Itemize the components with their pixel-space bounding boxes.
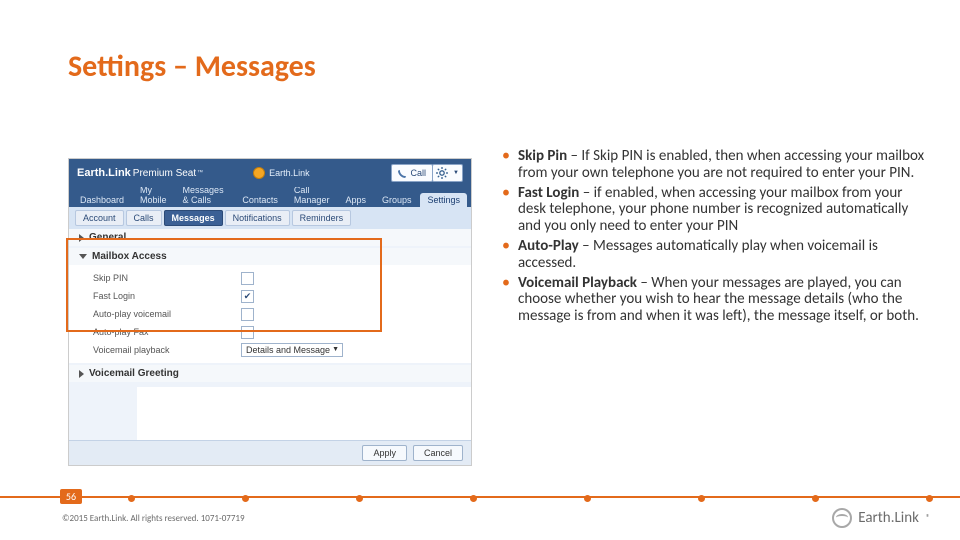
footer-logo: Earth.Link ® [832, 508, 930, 528]
main-tab-bar: Dashboard My Mobile Messages & Calls Con… [69, 187, 471, 207]
section-voicemail-greeting[interactable]: Voicemail Greeting [69, 365, 471, 382]
skip-pin-checkbox[interactable] [241, 272, 254, 285]
tab-contacts[interactable]: Contacts [235, 193, 285, 207]
call-button-label: Call [410, 165, 426, 181]
trademark: ™ [197, 170, 203, 176]
logo-dot-icon [253, 167, 265, 179]
option-vm-playback-label: Voicemail playback [93, 345, 241, 355]
registered-mark: ® [926, 513, 930, 523]
gear-icon [436, 167, 448, 179]
tab-groups[interactable]: Groups [375, 193, 419, 207]
tab-apps[interactable]: Apps [338, 193, 373, 207]
option-vm-playback-row: Voicemail playback Details and Message [93, 341, 467, 359]
chevron-down-icon [79, 254, 87, 259]
app-header: Earth.Link Premium Seat ™ Earth.Link Cal… [69, 159, 471, 187]
section-mailbox-access[interactable]: Mailbox Access [69, 248, 471, 265]
brand-bold: Earth.Link [77, 167, 131, 179]
footer-dots [0, 492, 960, 502]
section-voicemail-label: Voicemail Greeting [89, 368, 179, 379]
call-button[interactable]: Call [391, 164, 433, 182]
chevron-down-icon: ▼ [453, 165, 459, 181]
option-fast-login-row: Fast Login [93, 287, 467, 305]
subtab-messages[interactable]: Messages [164, 210, 223, 226]
option-autoplay-fax-row: Auto-play Fax [93, 323, 467, 341]
tab-settings[interactable]: Settings [420, 193, 467, 207]
dot-icon [584, 495, 591, 502]
phone-icon [398, 169, 407, 178]
brand-light: Premium Seat [133, 168, 196, 179]
panel-footer: Apply Cancel [69, 440, 471, 465]
copyright-text: ©2015 Earth.Link. All rights reserved. 1… [62, 513, 245, 524]
subtab-calls[interactable]: Calls [126, 210, 162, 226]
bullet-skip-pin: Skip Pin – If Skip PIN is enabled, then … [500, 148, 930, 182]
fast-login-checkbox[interactable] [241, 290, 254, 303]
option-autoplay-fax-label: Auto-play Fax [93, 327, 241, 337]
dot-icon [128, 495, 135, 502]
dot-icon [812, 495, 819, 502]
dot-icon [242, 495, 249, 502]
option-fast-login-label: Fast Login [93, 291, 241, 301]
option-autoplay-vm-row: Auto-play voicemail [93, 305, 467, 323]
bullet-fast-login: Fast Login – if enabled, when accessing … [500, 185, 930, 235]
cancel-button[interactable]: Cancel [413, 445, 463, 461]
autoplay-vm-checkbox[interactable] [241, 308, 254, 321]
slide-title: Settings – Messages [68, 48, 316, 85]
chevron-right-icon [79, 370, 84, 378]
dot-icon [470, 495, 477, 502]
chevron-right-icon [79, 234, 84, 242]
dot-icon [926, 495, 933, 502]
tab-dashboard[interactable]: Dashboard [73, 193, 131, 207]
section-general-label: General [89, 232, 126, 243]
section-general[interactable]: General [69, 229, 471, 246]
bullet-list: Skip Pin – If Skip PIN is enabled, then … [500, 148, 930, 328]
vm-playback-select[interactable]: Details and Message [241, 343, 343, 357]
bullet-vm-playback: Voicemail Playback – When your messages … [500, 275, 930, 325]
settings-gear-button[interactable]: ▼ [432, 164, 463, 182]
subtab-account[interactable]: Account [75, 210, 124, 226]
brand-secondary: Earth.Link [269, 168, 310, 178]
option-autoplay-vm-label: Auto-play voicemail [93, 309, 241, 319]
globe-icon [832, 508, 852, 528]
subtab-reminders[interactable]: Reminders [292, 210, 352, 226]
sub-tab-bar: Account Calls Messages Notifications Rem… [69, 207, 471, 229]
option-skip-pin-label: Skip PIN [93, 273, 241, 283]
autoplay-fax-checkbox[interactable] [241, 326, 254, 339]
section-mailbox-label: Mailbox Access [92, 251, 167, 262]
dot-icon [356, 495, 363, 502]
footer-logo-text: Earth.Link [858, 509, 919, 527]
subtab-notifications[interactable]: Notifications [225, 210, 290, 226]
bullet-auto-play: Auto-Play – Messages automatically play … [500, 238, 930, 272]
apply-button[interactable]: Apply [362, 445, 407, 461]
settings-body [137, 387, 471, 441]
settings-screenshot: Earth.Link Premium Seat ™ Earth.Link Cal… [68, 158, 472, 466]
mailbox-options: Skip PIN Fast Login Auto-play voicemail … [69, 265, 471, 363]
page-number: 56 [60, 489, 82, 504]
option-skip-pin-row: Skip PIN [93, 269, 467, 287]
dot-icon [698, 495, 705, 502]
